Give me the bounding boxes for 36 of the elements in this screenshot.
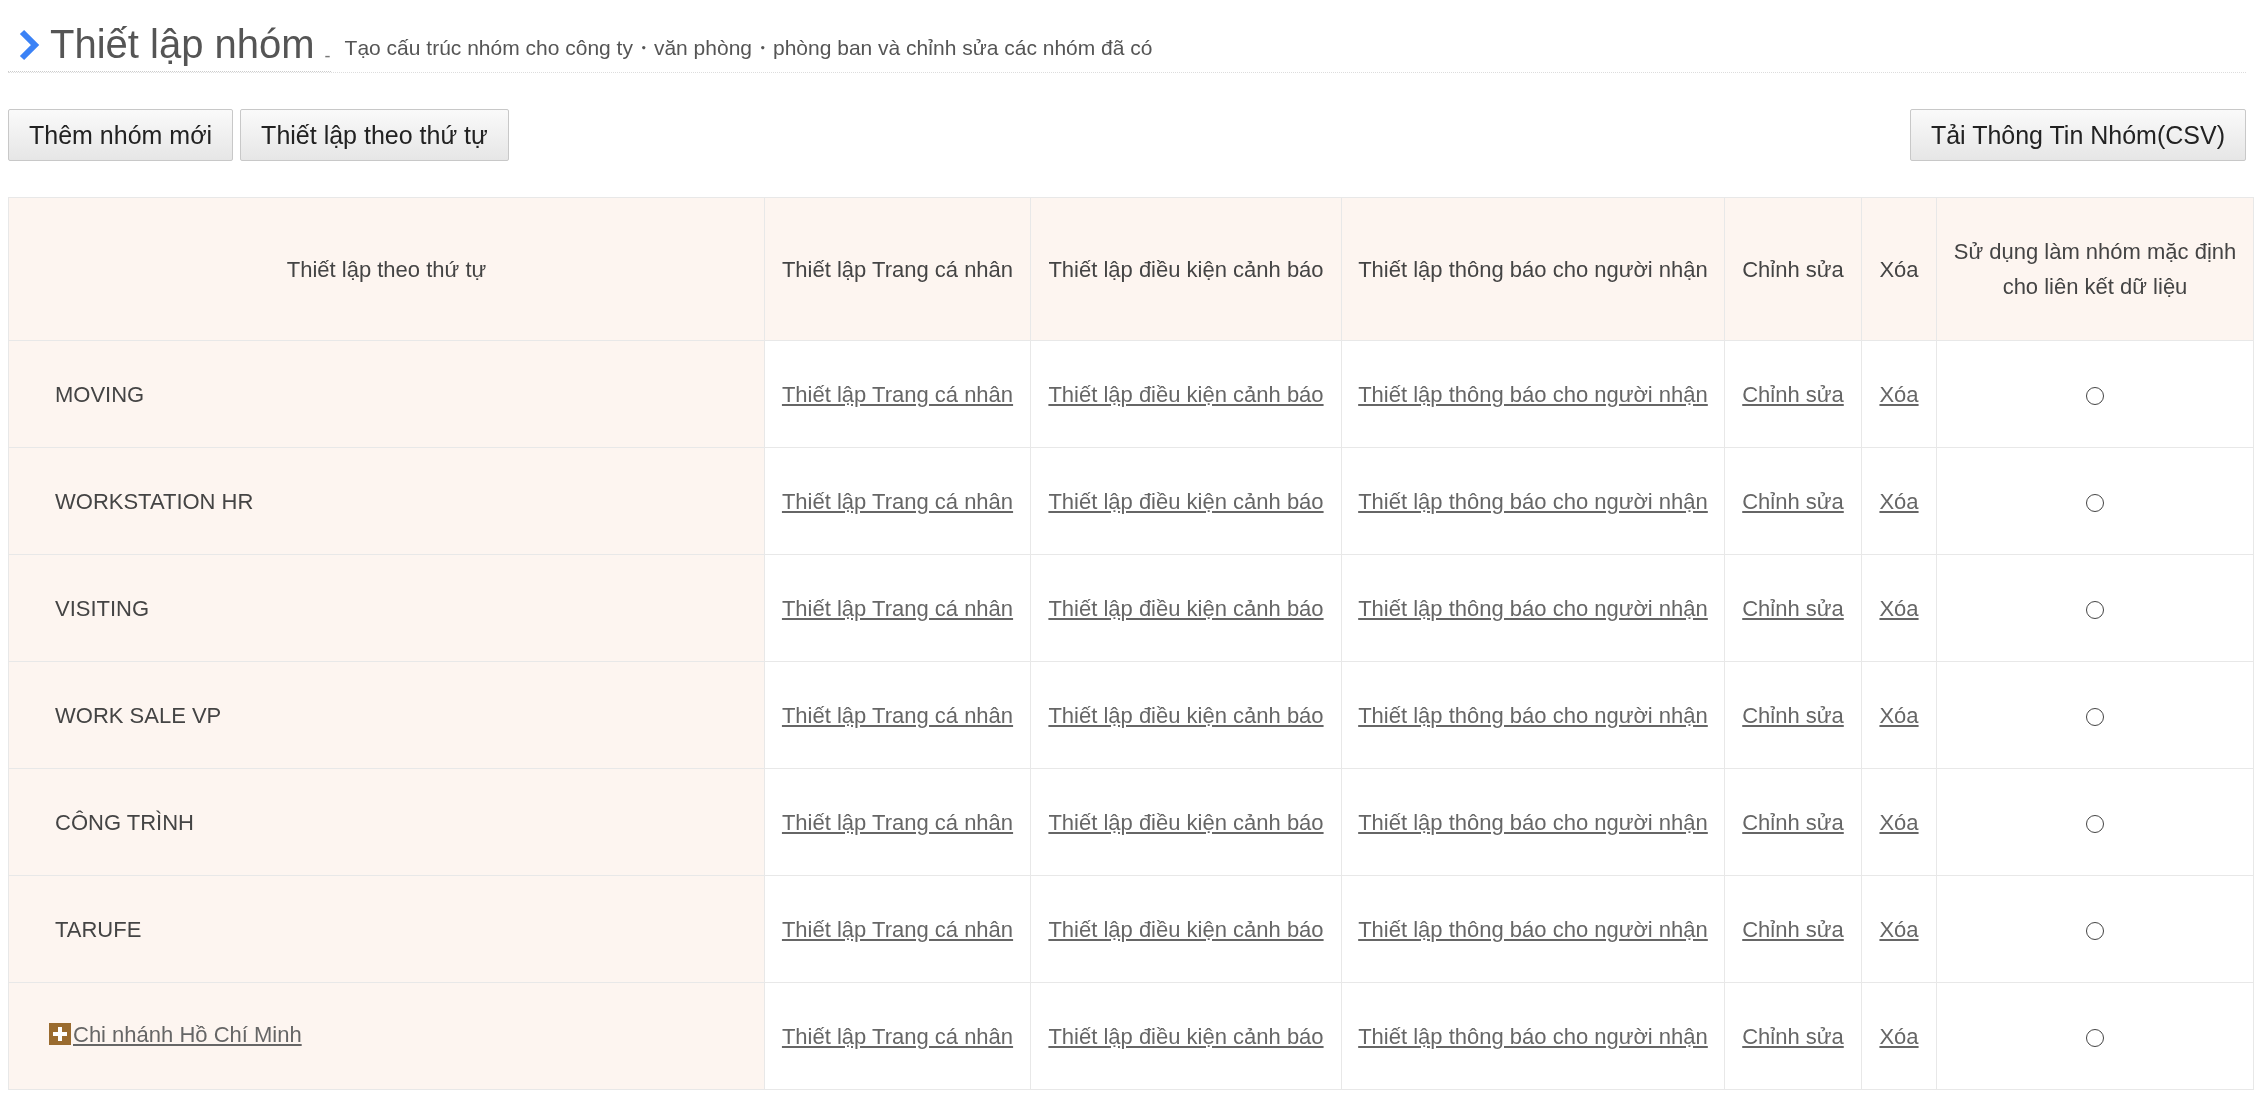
group-name: VISITING bbox=[54, 595, 150, 621]
group-name: TARUFE bbox=[54, 916, 142, 942]
column-header: Xóa bbox=[1861, 197, 1937, 341]
column-header: Thiết lập Trang cá nhân bbox=[764, 197, 1031, 341]
toolbar-button[interactable]: Thiết lập theo thứ tự bbox=[240, 109, 509, 161]
table-link[interactable]: Chỉnh sửa bbox=[1742, 488, 1844, 514]
table-link[interactable]: Xóa bbox=[1879, 809, 1919, 835]
group-name: MOVING bbox=[54, 381, 145, 407]
table-link[interactable]: Chỉnh sửa bbox=[1742, 702, 1844, 728]
table-link[interactable]: Chỉnh sửa bbox=[1742, 1023, 1844, 1049]
chevron-icon bbox=[18, 28, 40, 61]
table-link[interactable]: Xóa bbox=[1879, 916, 1919, 942]
column-header: Chỉnh sửa bbox=[1724, 197, 1862, 341]
group-name: WORK SALE VP bbox=[54, 702, 222, 728]
column-header: Thiết lập thông báo cho người nhận bbox=[1341, 197, 1725, 341]
table-link[interactable]: Chỉnh sửa bbox=[1742, 809, 1844, 835]
column-header: Thiết lập theo thứ tự bbox=[8, 197, 765, 341]
group-link[interactable]: Chi nhánh Hồ Chí Minh bbox=[73, 1016, 302, 1052]
table-link[interactable]: Xóa bbox=[1879, 488, 1919, 514]
page-title: Thiết lập nhóm bbox=[50, 22, 315, 67]
column-header: Sử dụng làm nhóm mặc định cho liên kết dữ liệu bbox=[1936, 197, 2254, 341]
table-link[interactable]: Chỉnh sửa bbox=[1742, 916, 1844, 942]
table-link[interactable]: Xóa bbox=[1879, 1023, 1919, 1049]
table-link[interactable]: Chỉnh sửa bbox=[1742, 381, 1844, 407]
table-link[interactable]: Xóa bbox=[1879, 381, 1919, 407]
download-csv-button[interactable]: Tải Thông Tin Nhóm(CSV) bbox=[1909, 109, 2246, 161]
page-subtitle: Tạo cấu trúc nhóm cho công ty・văn phòng・phòng ban và chỉnh sửa các nhóm đã có bbox=[344, 35, 1153, 61]
expand-plus-icon[interactable] bbox=[49, 1023, 71, 1046]
table-link[interactable]: Chỉnh sửa bbox=[1742, 595, 1844, 621]
table-link[interactable]: Xóa bbox=[1879, 595, 1919, 621]
title-separator: - bbox=[324, 46, 331, 67]
group-name: WORKSTATION HR bbox=[54, 488, 254, 514]
table-link[interactable]: Xóa bbox=[1879, 702, 1919, 728]
column-header: Thiết lập điều kiện cảnh báo bbox=[1030, 197, 1342, 341]
group-name: CÔNG TRÌNH bbox=[54, 809, 194, 835]
toolbar-button[interactable]: Thêm nhóm mới bbox=[8, 109, 234, 161]
